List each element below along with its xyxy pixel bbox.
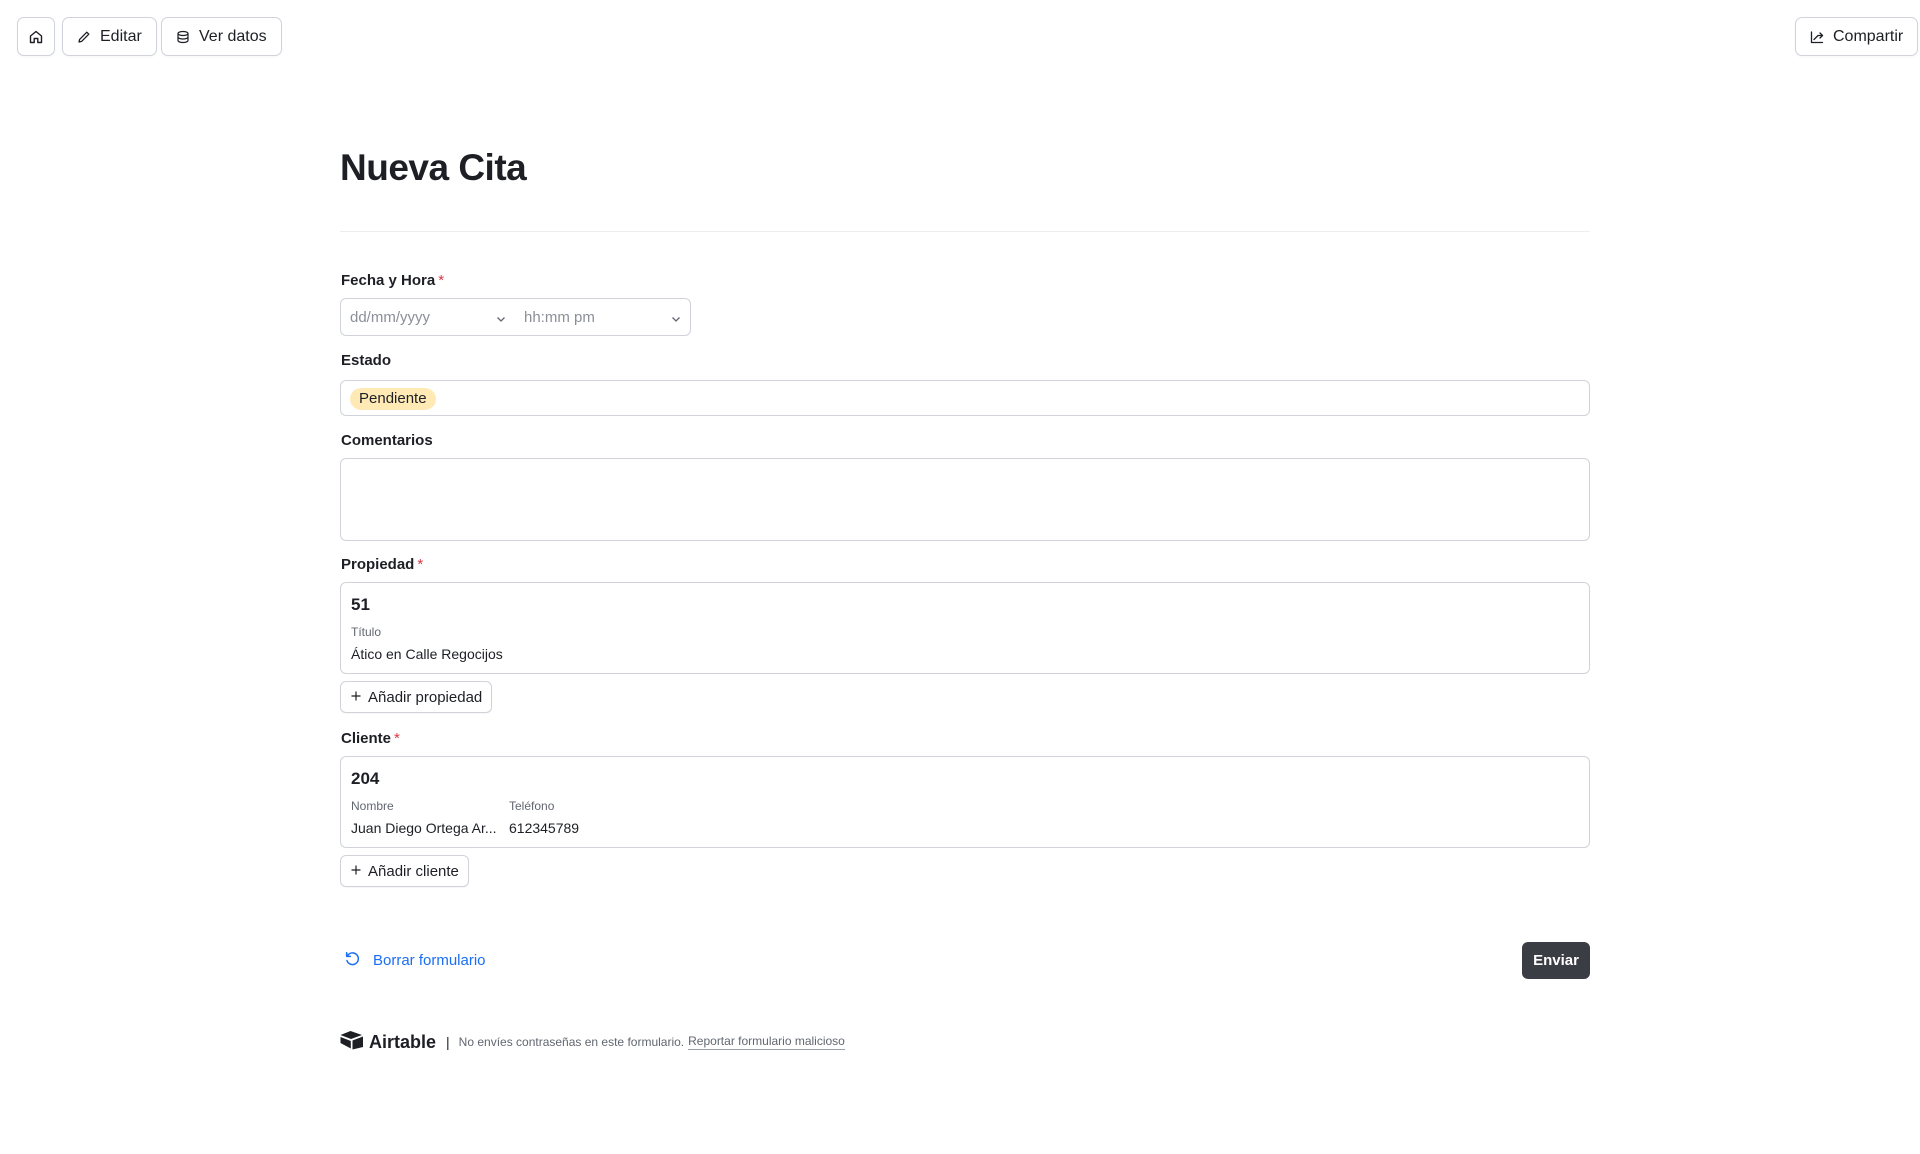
client-phone-column: Teléfono 612345789 xyxy=(509,799,579,836)
database-icon xyxy=(176,30,190,44)
clear-form-label: Borrar formulario xyxy=(373,952,486,969)
property-title-column: Título Ático en Calle Regocijos xyxy=(351,625,503,662)
time-placeholder: hh:mm pm xyxy=(524,308,595,326)
plus-icon xyxy=(350,863,362,880)
column-value: Juan Diego Ortega Ar... xyxy=(351,820,497,836)
title-divider xyxy=(340,231,1590,232)
column-value: 612345789 xyxy=(509,820,580,836)
home-icon xyxy=(28,29,44,45)
client-name-column: Nombre Juan Diego Ortega Ar... xyxy=(351,799,497,836)
add-property-button[interactable]: Añadir propiedad xyxy=(340,681,493,713)
client-label: Cliente * xyxy=(341,730,400,747)
date-placeholder: dd/mm/yyyy xyxy=(350,308,431,326)
undo-icon xyxy=(344,950,361,971)
time-input[interactable]: hh:mm pm xyxy=(515,299,690,335)
client-record-id: 204 xyxy=(351,769,380,788)
status-pill: Pendiente xyxy=(350,388,436,410)
property-label: Propiedad * xyxy=(341,556,424,573)
submit-button[interactable]: Enviar xyxy=(1522,942,1590,979)
column-header: Teléfono xyxy=(509,799,555,813)
share-icon xyxy=(1810,30,1824,44)
pencil-icon xyxy=(77,30,91,44)
add-client-label: Añadir cliente xyxy=(368,862,459,880)
share-label: Compartir xyxy=(1833,27,1904,45)
date-input[interactable]: dd/mm/yyyy xyxy=(341,299,515,335)
form-title: Nueva Cita xyxy=(340,147,527,188)
property-record-id: 51 xyxy=(351,595,370,614)
status-label: Estado xyxy=(341,352,392,369)
airtable-logo[interactable]: Airtable xyxy=(340,1030,436,1055)
chevron-down-icon xyxy=(495,312,507,329)
edit-button[interactable]: Editar xyxy=(62,17,157,56)
airtable-logo-icon xyxy=(340,1030,364,1055)
required-mark: * xyxy=(394,730,400,747)
required-mark: * xyxy=(417,556,424,573)
share-button[interactable]: Compartir xyxy=(1795,17,1919,56)
brand-name: Airtable xyxy=(369,1031,437,1052)
datetime-label: Fecha y Hora * xyxy=(341,272,445,289)
footer-separator: | xyxy=(446,1034,450,1050)
edit-label: Editar xyxy=(100,27,142,45)
footer-note: No envíes contraseñas en este formulario… xyxy=(458,1035,685,1049)
chevron-down-icon xyxy=(670,312,682,329)
view-data-label: Ver datos xyxy=(199,27,267,45)
add-client-button[interactable]: Añadir cliente xyxy=(340,855,469,887)
datetime-input: dd/mm/yyyy hh:mm pm xyxy=(340,298,691,336)
plus-icon xyxy=(350,689,362,706)
add-property-label: Añadir propiedad xyxy=(368,688,483,706)
status-select[interactable]: Pendiente xyxy=(340,380,1590,416)
report-form-link[interactable]: Reportar formulario malicioso xyxy=(688,1034,845,1050)
clear-form-button[interactable]: Borrar formulario xyxy=(344,950,486,971)
comments-label: Comentarios xyxy=(341,432,433,449)
column-header: Título xyxy=(351,625,382,639)
form-footer: Airtable | No envíes contraseñas en este… xyxy=(340,1030,845,1054)
home-button[interactable] xyxy=(17,17,55,56)
client-record-card[interactable]: 204 Nombre Juan Diego Ortega Ar... Teléf… xyxy=(340,756,1590,848)
view-data-button[interactable]: Ver datos xyxy=(161,17,282,56)
property-record-card[interactable]: 51 Título Ático en Calle Regocijos xyxy=(340,582,1590,674)
top-toolbar: Editar Ver datos Compartir xyxy=(0,0,1920,72)
column-header: Nombre xyxy=(351,799,394,813)
column-value: Ático en Calle Regocijos xyxy=(351,646,503,662)
comments-textarea[interactable] xyxy=(340,458,1590,541)
required-mark: * xyxy=(438,272,445,289)
